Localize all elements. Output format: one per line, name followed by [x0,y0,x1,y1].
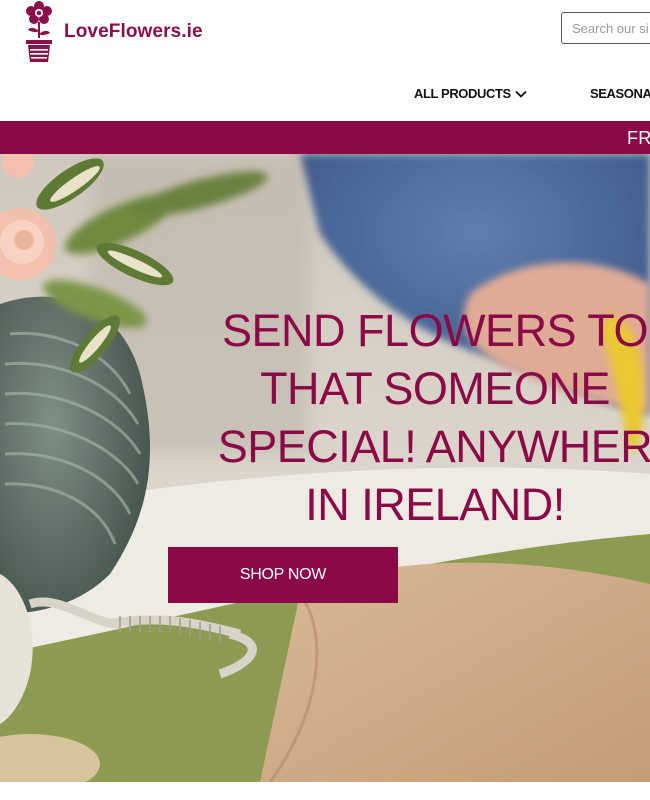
hero-headline-line: SEND FLOWERS TO [222,305,648,357]
search-placeholder: Search our si [572,20,649,36]
search-input[interactable]: Search our si [561,12,650,44]
nav-item-seasonal[interactable]: SEASONA [590,86,650,101]
nav-item-all-products[interactable]: ALL PRODUCTS [414,86,527,101]
shop-now-button[interactable]: SHOP NOW [168,547,398,603]
nav-item-label: SEASONA [590,86,650,101]
hero-headline-line: SPECIAL! ANYWHER [217,421,650,473]
main-nav: ALL PRODUCTS SEASONA [0,86,650,108]
promo-banner: FR [0,121,650,154]
promo-text: FR [627,128,650,148]
site-header: LoveFlowers.ie Search our si ALL PRODUCT… [0,0,650,121]
hero-banner: SEND FLOWERS TO THAT SOMEONE SPECIAL! AN… [0,154,650,782]
hero-headline-line: THAT SOMEONE [260,363,610,415]
brand-name: LoveFlowers.ie [64,21,203,42]
logo-link[interactable]: LoveFlowers.ie [22,0,203,64]
page-bottom-spacer [0,782,650,800]
nav-item-label: ALL PRODUCTS [414,86,511,101]
flower-pot-logo-icon [22,0,56,64]
hero-headline-line: IN IRELAND! [305,479,565,531]
chevron-down-icon [515,90,527,98]
hero-headline: SEND FLOWERS TO THAT SOMEONE SPECIAL! AN… [160,302,650,534]
